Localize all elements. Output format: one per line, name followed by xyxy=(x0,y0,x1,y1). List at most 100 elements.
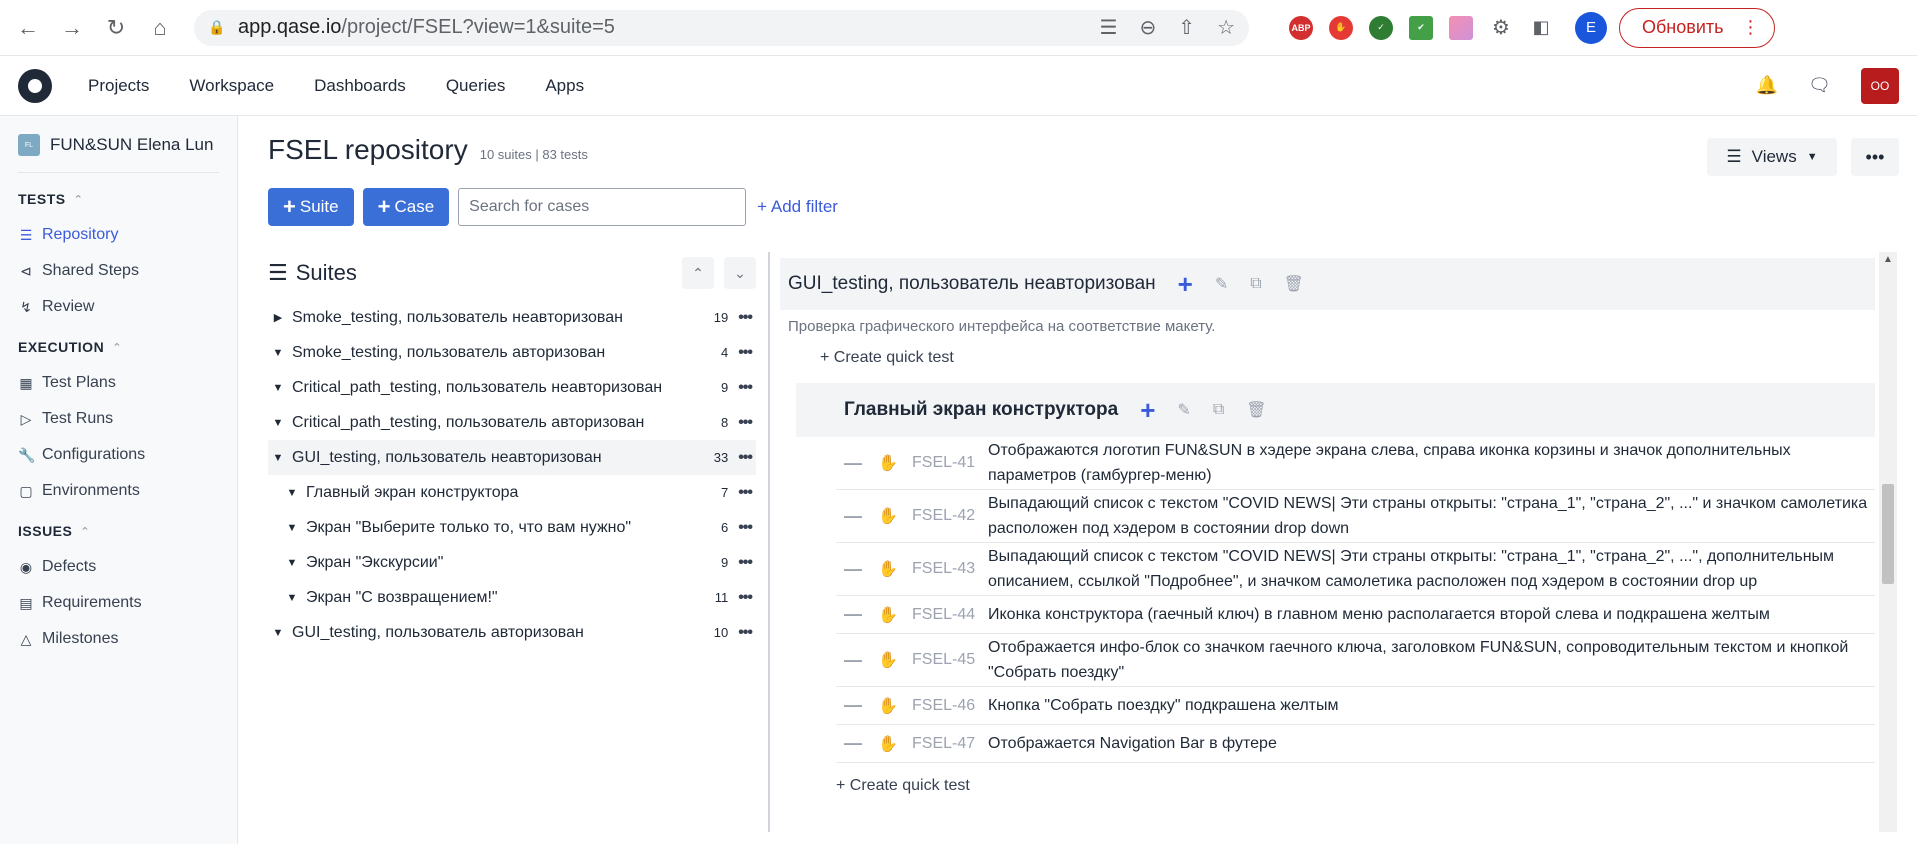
section-issues[interactable]: ISSUES ⌃ xyxy=(18,523,219,539)
caret-down-icon[interactable]: ▼ xyxy=(268,452,288,464)
translate-icon[interactable]: ☰ xyxy=(1100,15,1118,40)
case-row[interactable]: — ✋ FSEL-41 Отображаются логотип FUN&SUN… xyxy=(836,437,1875,490)
scroll-up-icon[interactable]: ▲ xyxy=(1883,254,1893,265)
suite-tree-row[interactable]: ▼ Smoke_testing, пользователь авторизова… xyxy=(268,335,756,370)
caret-down-icon[interactable]: ▼ xyxy=(268,417,288,429)
suite-menu-icon[interactable]: ••• xyxy=(738,414,753,432)
nav-dashboards[interactable]: Dashboards xyxy=(314,76,406,95)
project-switcher[interactable]: FL FUN&SUN Elena Lun xyxy=(18,134,219,173)
update-button[interactable]: Обновить ⋮ xyxy=(1619,7,1775,48)
sidebar-item-repository[interactable]: ☰ Repository xyxy=(18,217,219,253)
add-case-button[interactable]: + Case xyxy=(362,188,450,226)
create-quick-test-link[interactable]: + Create quick test xyxy=(780,335,1897,367)
suite-menu-icon[interactable]: ••• xyxy=(738,589,753,607)
back-icon[interactable]: ← xyxy=(10,10,46,46)
section-tests[interactable]: TESTS ⌃ xyxy=(18,191,219,207)
edit-icon[interactable]: ✎ xyxy=(1177,400,1190,420)
caret-right-icon[interactable]: ▶ xyxy=(268,311,288,324)
sidebar-item-review[interactable]: ↯ Review xyxy=(18,289,219,325)
check-ext-icon[interactable]: ✔ xyxy=(1409,15,1433,40)
home-icon[interactable]: ⌂ xyxy=(142,10,178,46)
copy-icon[interactable]: ⧉ xyxy=(1250,275,1261,293)
zoom-out-icon[interactable]: ⊖ xyxy=(1140,15,1157,40)
sidebar-item-shared-steps[interactable]: ⊲ Shared Steps xyxy=(18,253,219,289)
bookmark-star-icon[interactable]: ☆ xyxy=(1217,15,1235,40)
share-icon[interactable]: ⇧ xyxy=(1178,15,1195,40)
collapse-all-icon[interactable]: ⌃ xyxy=(682,257,714,289)
trash-icon[interactable]: 🗑 xyxy=(1246,400,1266,420)
suite-tree-row[interactable]: ▼ Critical_path_testing, пользователь не… xyxy=(268,370,756,405)
nav-projects[interactable]: Projects xyxy=(88,76,149,95)
search-input[interactable] xyxy=(458,188,747,226)
copy-icon[interactable]: ⧉ xyxy=(1213,401,1224,419)
add-filter-link[interactable]: + Add filter xyxy=(757,197,838,217)
caret-down-icon[interactable]: ▼ xyxy=(282,592,302,604)
caret-down-icon[interactable]: ▼ xyxy=(268,627,288,639)
case-row[interactable]: — ✋ FSEL-47 Отображается Navigation Bar … xyxy=(836,725,1875,763)
case-row[interactable]: — ✋ FSEL-46 Кнопка "Собрать поездку" под… xyxy=(836,687,1875,725)
sidebar-item-defects[interactable]: ◉ Defects xyxy=(18,549,219,585)
forward-icon[interactable]: → xyxy=(54,10,90,46)
more-options-button[interactable]: ••• xyxy=(1851,138,1899,176)
suite-menu-icon[interactable]: ••• xyxy=(738,449,753,467)
sidebar-item-test-plans[interactable]: ▦ Test Plans xyxy=(18,365,219,401)
suite-menu-icon[interactable]: ••• xyxy=(738,624,753,642)
suite-tree-row[interactable]: ▼ GUI_testing, пользователь неавторизова… xyxy=(268,440,756,475)
scrollbar-thumb[interactable] xyxy=(1882,484,1894,584)
case-row[interactable]: — ✋ FSEL-44 Иконка конструктора (гаечный… xyxy=(836,596,1875,634)
create-quick-test-link[interactable]: + Create quick test xyxy=(780,763,1897,795)
add-suite-button[interactable]: + Suite xyxy=(268,188,354,226)
nav-workspace[interactable]: Workspace xyxy=(189,76,274,95)
shield-ext-icon[interactable]: ✓ xyxy=(1369,15,1393,40)
suite-tree-row[interactable]: ▼ GUI_testing, пользователь авторизован … xyxy=(268,615,756,650)
suite-menu-icon[interactable]: ••• xyxy=(738,379,753,397)
add-case-icon[interactable]: + xyxy=(1140,397,1155,423)
color-ext-icon[interactable] xyxy=(1449,15,1473,40)
caret-down-icon[interactable]: ▼ xyxy=(282,557,302,569)
add-case-icon[interactable]: + xyxy=(1178,271,1193,297)
chat-icon[interactable]: 🗨 xyxy=(1808,75,1831,96)
address-bar[interactable]: 🔒 app.qase.io/project/FSEL?view=1&suite=… xyxy=(194,9,1249,46)
puzzle-icon[interactable]: ⚙ xyxy=(1489,16,1513,40)
case-row[interactable]: — ✋ FSEL-45 Отображается инфо-блок со зн… xyxy=(836,634,1875,687)
suite-menu-icon[interactable]: ••• xyxy=(738,519,753,537)
suite-tree-row[interactable]: ▼ Экран "Экскурсии" 9 ••• xyxy=(268,545,756,580)
side-panel-icon[interactable]: ◧ xyxy=(1529,16,1553,40)
profile-avatar[interactable]: E xyxy=(1575,11,1607,44)
qase-logo-icon[interactable] xyxy=(18,68,52,103)
suite-menu-icon[interactable]: ••• xyxy=(738,484,753,502)
suite-tree-row[interactable]: ▶ Smoke_testing, пользователь неавторизо… xyxy=(268,300,756,335)
nav-apps[interactable]: Apps xyxy=(545,76,584,95)
suite-tree-row[interactable]: ▼ Экран "С возвращением!" 11 ••• xyxy=(268,580,756,615)
reload-icon[interactable]: ↻ xyxy=(98,10,134,46)
sidebar-item-milestones[interactable]: △ Milestones xyxy=(18,621,219,657)
caret-down-icon[interactable]: ▼ xyxy=(268,382,288,394)
scrollbar[interactable]: ▲ xyxy=(1879,252,1897,832)
caret-down-icon[interactable]: ▼ xyxy=(268,347,288,359)
sidebar-item-configurations[interactable]: 🔧 Configurations xyxy=(18,437,219,473)
kebab-icon[interactable]: ⋮ xyxy=(1742,17,1760,38)
case-row[interactable]: — ✋ FSEL-43 Выпадающий список с текстом … xyxy=(836,543,1875,596)
sidebar-item-test-runs[interactable]: ▷ Test Runs xyxy=(18,401,219,437)
views-button[interactable]: ☰ Views ▼ xyxy=(1707,138,1837,176)
suite-tree-row[interactable]: ▼ Главный экран конструктора 7 ••• xyxy=(268,475,756,510)
caret-down-icon[interactable]: ▼ xyxy=(282,522,302,534)
bell-icon[interactable]: 🔔 xyxy=(1756,75,1778,96)
trash-icon[interactable]: 🗑 xyxy=(1284,274,1304,294)
adblock-icon[interactable]: ABP xyxy=(1289,15,1313,40)
nav-queries[interactable]: Queries xyxy=(446,76,506,95)
suite-menu-icon[interactable]: ••• xyxy=(738,554,753,572)
section-execution[interactable]: EXECUTION ⌃ xyxy=(18,339,219,355)
caret-down-icon[interactable]: ▼ xyxy=(282,487,302,499)
case-row[interactable]: — ✋ FSEL-42 Выпадающий список с текстом … xyxy=(836,490,1875,543)
expand-all-icon[interactable]: ⌄ xyxy=(724,257,756,289)
stop-hand-icon[interactable]: ✋ xyxy=(1329,15,1353,40)
sidebar-item-requirements[interactable]: ▤ Requirements xyxy=(18,585,219,621)
suite-menu-icon[interactable]: ••• xyxy=(738,344,753,362)
sidebar-item-environments[interactable]: ▢ Environments xyxy=(18,473,219,509)
edit-icon[interactable]: ✎ xyxy=(1215,274,1228,294)
suite-tree-row[interactable]: ▼ Critical_path_testing, пользователь ав… xyxy=(268,405,756,440)
suite-menu-icon[interactable]: ••• xyxy=(738,309,753,327)
suite-tree-row[interactable]: ▼ Экран "Выберите только то, что вам нуж… xyxy=(268,510,756,545)
user-avatar[interactable]: OO xyxy=(1861,67,1899,104)
